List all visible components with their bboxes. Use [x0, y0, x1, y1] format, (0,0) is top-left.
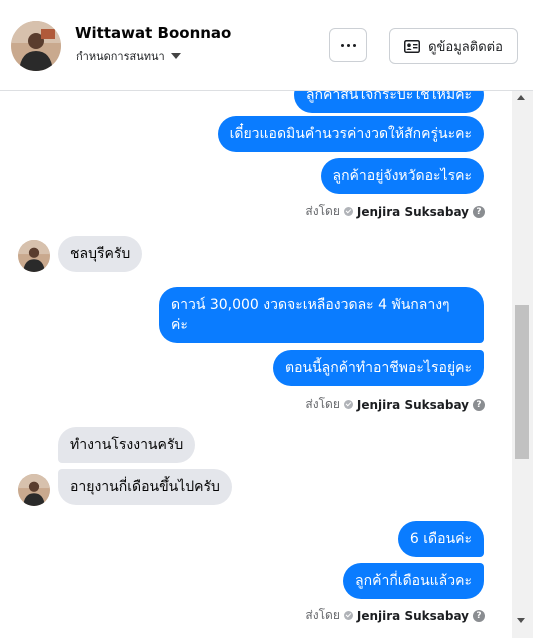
- contact-name[interactable]: Wittawat Boonnao: [75, 24, 231, 42]
- outgoing-message: เดี๋ยวแอดมินคำนวรค่างวดให้สักครู่นะคะ: [217, 116, 484, 152]
- help-icon[interactable]: ?: [473, 398, 485, 411]
- sent-by-prefix: ส่งโดย: [305, 397, 340, 411]
- sent-by-prefix: ส่งโดย: [305, 204, 340, 218]
- contact-avatar-small[interactable]: [18, 240, 50, 272]
- outgoing-message: ลูกค้ากี่เดือนแล้วคะ: [343, 563, 484, 599]
- contact-avatar-small[interactable]: [18, 474, 50, 506]
- scroll-down-arrow-icon[interactable]: [517, 618, 525, 623]
- sent-by-label: ส่งโดย Jenjira Suksabay ?: [305, 202, 485, 221]
- outgoing-message: ดาวน์ 30,000 งวดจะเหลืองวดละ 4 พันกลางๆ …: [159, 287, 484, 343]
- incoming-message: ทำงานโรงงานครับ: [58, 427, 196, 463]
- verified-check-icon: [343, 611, 353, 620]
- verified-check-icon: [343, 400, 353, 409]
- outgoing-message: ตอนนี้ลูกค้าทำอาชีพอะไรอยู่คะ: [273, 350, 484, 386]
- agent-name: Jenjira Suksabay: [356, 397, 469, 412]
- conversation-settings-label: กำหนดการสนทนา: [76, 50, 165, 63]
- contact-avatar[interactable]: [11, 21, 61, 71]
- message-line: ค่ะ: [171, 317, 188, 333]
- help-icon[interactable]: ?: [473, 609, 485, 622]
- more-options-button[interactable]: [329, 28, 367, 62]
- incoming-message: ชลบุรีครับ: [58, 236, 143, 272]
- verified-check-icon: [343, 207, 353, 216]
- caret-down-icon: [170, 53, 181, 59]
- sent-by-prefix: ส่งโดย: [305, 608, 340, 622]
- message-line: ดาวน์ 30,000 งวดจะเหลืองวดละ 4 พันกลางๆ: [171, 297, 450, 313]
- outgoing-message: 6 เดือนค่ะ: [397, 521, 484, 557]
- conversation-settings[interactable]: กำหนดการสนทนา: [76, 47, 181, 65]
- help-icon[interactable]: ?: [473, 205, 485, 218]
- message-list[interactable]: ลูกค้าสนใจกระบะใช้ไหมคะ เดี๋ยวแอดมินคำนว…: [0, 91, 512, 638]
- scroll-up-arrow-icon[interactable]: [517, 95, 525, 100]
- view-contact-info-button[interactable]: ดูข้อมูลติดต่อ: [389, 28, 518, 64]
- contact-card-icon: [404, 39, 421, 53]
- sent-by-label: ส่งโดย Jenjira Suksabay ?: [305, 606, 485, 625]
- more-dots-icon: [340, 43, 356, 47]
- agent-name: Jenjira Suksabay: [356, 608, 469, 623]
- scrollbar-thumb[interactable]: [515, 305, 529, 459]
- incoming-message: อายุงานกี่เดือนขึ้นไปครับ: [58, 469, 232, 505]
- sent-by-label: ส่งโดย Jenjira Suksabay ?: [305, 395, 485, 414]
- chat-header: Wittawat Boonnao กำหนดการสนทนา ดูข้อมูลต…: [0, 0, 533, 91]
- agent-name: Jenjira Suksabay: [356, 204, 469, 219]
- outgoing-message: ลูกค้าอยู่จังหวัดอะไรคะ: [320, 158, 484, 194]
- view-contact-info-label: ดูข้อมูลติดต่อ: [428, 39, 503, 55]
- outgoing-message: ลูกค้าสนใจกระบะใช้ไหมคะ: [293, 91, 484, 113]
